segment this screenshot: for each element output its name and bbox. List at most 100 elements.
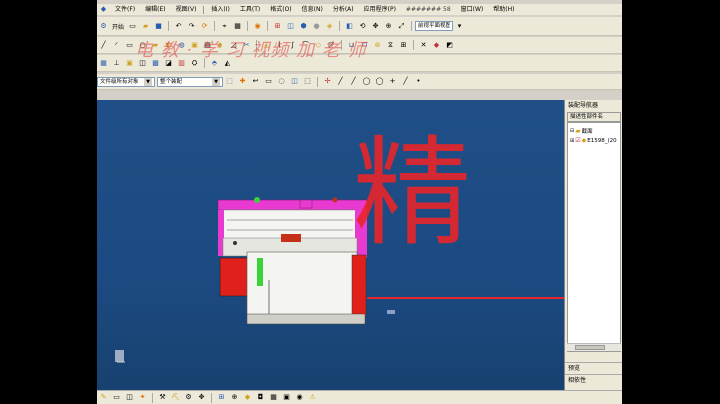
cube-icon[interactable]: ◫ — [285, 21, 296, 32]
line-icon[interactable]: ╱ — [98, 40, 109, 51]
redo-icon[interactable]: ↷ — [186, 21, 197, 32]
menu-toolbar-text: ####### 58 — [405, 6, 451, 13]
menu-info[interactable]: 信息(N) — [297, 4, 328, 15]
snap-quadrant-icon[interactable]: ◯ — [374, 76, 385, 87]
undo-icon[interactable]: ↶ — [173, 21, 184, 32]
analysis-icon[interactable]: ◆ — [431, 40, 442, 51]
snap-arrow-icon[interactable]: ↩ — [250, 76, 261, 87]
toolbar-separator — [317, 76, 318, 87]
mirror-icon[interactable]: ⧖ — [385, 40, 396, 51]
intersect-icon[interactable]: ⊗ — [372, 40, 383, 51]
orient-icon[interactable]: ◉ — [252, 21, 263, 32]
menu-file[interactable]: 文件(F) — [110, 4, 140, 15]
view-orientation-value: 前视平面视图 — [418, 23, 451, 29]
chart-icon[interactable]: ◘ — [255, 392, 266, 403]
view-orientation-combo[interactable]: 前视平面视图 — [415, 21, 454, 31]
selection-scope-combo[interactable]: 整个装配 ▼ — [157, 76, 223, 87]
box-select-icon[interactable]: ▭ — [263, 76, 274, 87]
mold-wizard-icon[interactable]: ▦ — [98, 58, 109, 69]
checkbox-icon[interactable]: ☑ — [575, 137, 580, 144]
type-filter-combo[interactable]: 文件级所有对象 ▼ — [97, 76, 155, 87]
layer-icon[interactable]: ▦ — [232, 21, 243, 32]
shaded-cube-icon[interactable]: ⬢ — [298, 21, 309, 32]
pattern-icon[interactable]: ⊞ — [398, 40, 409, 51]
wrench-icon[interactable]: ⚒ — [157, 392, 168, 403]
menu-analysis[interactable]: 分析(A) — [328, 4, 359, 15]
chevron-down-icon[interactable]: ▼ — [144, 77, 152, 86]
menu-format[interactable]: 格式(O) — [265, 4, 296, 15]
dependencies-section[interactable]: 相依性 — [565, 374, 622, 385]
snap-existing-icon[interactable]: • — [413, 76, 424, 87]
rect-select-icon[interactable]: ⬚ — [302, 76, 313, 87]
view-fit-icon[interactable]: ⤢ — [396, 21, 407, 32]
menu-window[interactable]: 窗口(W) — [456, 4, 489, 15]
refresh-icon[interactable]: ⟳ — [199, 21, 210, 32]
constraint-icon[interactable]: ⊕ — [229, 392, 240, 403]
tape-icon[interactable]: ◫ — [124, 392, 135, 403]
expand-icon[interactable]: ⊟ — [570, 128, 574, 134]
render-icon[interactable]: ◈ — [324, 21, 335, 32]
snap-endpoint-icon[interactable]: ✢ — [322, 76, 333, 87]
view-cube-icon[interactable]: ◧ — [344, 21, 355, 32]
sphere-icon[interactable]: ● — [311, 21, 322, 32]
shrink-icon[interactable]: ▣ — [124, 58, 135, 69]
chevron-down-icon[interactable]: ▼ — [212, 77, 220, 86]
measure-icon[interactable]: ✕ — [418, 40, 429, 51]
preview-section[interactable]: 预览 — [565, 362, 622, 373]
menu-edit[interactable]: 编辑(E) — [140, 4, 170, 15]
chevron-down-icon[interactable]: ▾ — [454, 21, 465, 32]
view-rotate-icon[interactable]: ⟲ — [357, 21, 368, 32]
select-icon[interactable]: ⬚ — [224, 76, 235, 87]
fold-icon[interactable]: ◆ — [242, 392, 253, 403]
panel-scrollbar[interactable] — [567, 343, 621, 351]
save-icon[interactable]: ■ — [153, 21, 164, 32]
grid-icon[interactable]: ⊞ — [272, 21, 283, 32]
move-icon[interactable]: ✥ — [196, 392, 207, 403]
component-icon[interactable]: ◫ — [289, 76, 300, 87]
menu-tools[interactable]: 工具(T) — [235, 4, 265, 15]
rectangle-icon[interactable]: ▭ — [124, 40, 135, 51]
view-pan-icon[interactable]: ✥ — [370, 21, 381, 32]
watermark-text: 电 教 · 学 习 视频 加 老 师 — [135, 40, 367, 61]
annotation-handwriting: 精 — [353, 124, 472, 262]
snap-icon[interactable]: ✎ — [98, 392, 109, 403]
section-icon[interactable]: ◩ — [444, 40, 455, 51]
gear-icon[interactable]: ⚙ — [183, 392, 194, 403]
snap-tangent-icon[interactable]: ╱ — [348, 76, 359, 87]
open-folder-icon[interactable]: ▰ — [140, 21, 151, 32]
mold-assembly[interactable] — [217, 197, 368, 325]
scrollbar-thumb[interactable] — [575, 345, 605, 350]
start-icon[interactable]: ⚙ — [98, 21, 109, 32]
snap-intersect-icon[interactable]: ╱ — [400, 76, 411, 87]
grid-icon[interactable]: ⊞ — [216, 392, 227, 403]
menu-insert[interactable]: 插入(I) — [206, 4, 234, 15]
snap-point-icon[interactable]: ✚ — [237, 76, 248, 87]
lock-icon[interactable]: ▣ — [281, 392, 292, 403]
assembly-tree[interactable]: ⊟ ▰ 截面 ⊞ ☑ ◆ E1598_(20 — [567, 122, 621, 352]
point-icon[interactable]: ✦ — [137, 392, 148, 403]
menu-application[interactable]: 应用程序(P) — [359, 4, 401, 15]
arc-icon[interactable]: ◜ — [111, 40, 122, 51]
tool-icon[interactable]: ⛏ — [170, 392, 181, 403]
grid-view-icon[interactable]: ▦ — [268, 392, 279, 403]
menu-view[interactable]: 视图(V) — [171, 4, 202, 15]
new-file-icon[interactable]: ▭ — [127, 21, 138, 32]
snap-point-on-icon[interactable]: + — [387, 76, 398, 87]
column-header[interactable]: 描述性部件名 — [567, 112, 621, 122]
snap-midpoint-icon[interactable]: ╱ — [335, 76, 346, 87]
view-zoom-icon[interactable]: ⊕ — [383, 21, 394, 32]
expand-icon[interactable]: ⊞ — [570, 138, 574, 144]
tree-item-sections[interactable]: ⊟ ▰ 截面 — [570, 127, 593, 135]
select-filter-icon[interactable]: ⌖ — [219, 21, 230, 32]
warning-icon[interactable]: ⚠ — [307, 392, 318, 403]
part-icon: ◆ — [581, 137, 587, 144]
menu-help[interactable]: 帮助(H) — [488, 4, 519, 15]
tree-item-part[interactable]: ⊞ ☑ ◆ E1598_(20 — [570, 137, 617, 144]
graphics-viewport[interactable]: 精 — [97, 100, 564, 390]
start-button[interactable]: 开始 — [112, 22, 124, 31]
eye-icon[interactable]: ◉ — [294, 392, 305, 403]
mold-csys-icon[interactable]: ⊥ — [111, 58, 122, 69]
lasso-icon[interactable]: ◌ — [276, 76, 287, 87]
mark-icon[interactable]: ▭ — [111, 392, 122, 403]
snap-center-icon[interactable]: ◯ — [361, 76, 372, 87]
